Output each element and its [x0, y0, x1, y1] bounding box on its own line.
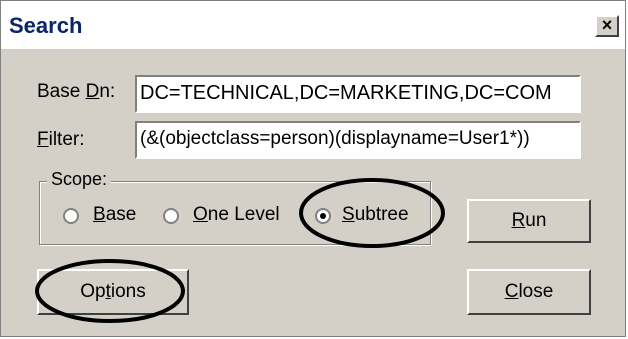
subtree-highlight-ellipse — [299, 178, 445, 248]
options-highlight-ellipse — [35, 259, 185, 323]
annotation-overlay — [35, 178, 445, 323]
